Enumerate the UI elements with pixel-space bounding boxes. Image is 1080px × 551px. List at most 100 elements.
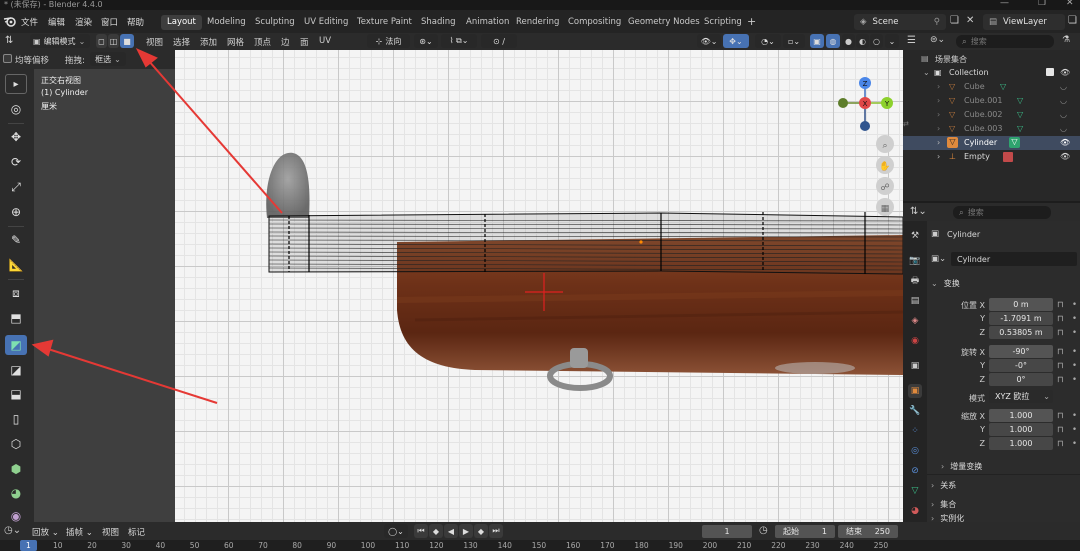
vertex-select-button[interactable]: ◻ <box>96 34 107 48</box>
tab-modeling[interactable]: Modeling <box>201 15 252 30</box>
eye-closed-icon[interactable]: ◡ <box>1060 124 1067 133</box>
chevron-down-icon[interactable]: ⌄ <box>923 68 930 77</box>
object-browse-icon[interactable]: ▣⌄ <box>931 254 946 264</box>
material-tab-icon[interactable]: ◕ <box>908 504 922 518</box>
tool-tab-icon[interactable]: ⚒ <box>908 229 922 243</box>
marker-menu[interactable]: 标记 <box>128 526 145 538</box>
collection-row[interactable]: ⌄ ▣ Collection 👁 <box>903 66 1080 80</box>
scale-y-field[interactable]: 1.000 <box>989 423 1053 436</box>
keyframe-dot-icon[interactable]: • <box>1072 361 1077 371</box>
editor-type-icon[interactable]: ⇅ <box>5 35 13 46</box>
lock-icon[interactable]: ⊓ <box>1057 425 1064 435</box>
location-x-field[interactable]: 0 m <box>989 298 1053 311</box>
object-tab-icon[interactable]: ▣ <box>908 384 922 398</box>
inset-faces-tool[interactable]: ◩ <box>5 335 27 355</box>
chevron-right-icon[interactable]: › <box>937 152 940 161</box>
view-layer-tab-icon[interactable]: ▤ <box>908 294 922 308</box>
new-scene-icon[interactable]: ❏ <box>950 15 959 26</box>
xray-toggle[interactable]: ▣ <box>810 34 824 48</box>
eye-icon[interactable]: 👁 <box>1060 68 1070 77</box>
outliner-search-input[interactable] <box>970 37 1041 46</box>
lock-icon[interactable]: ⊓ <box>1057 439 1064 449</box>
cursor-tool[interactable]: ◎ <box>5 99 27 119</box>
autokey-toggle[interactable]: ◯⌄ <box>384 524 408 538</box>
properties-search-input[interactable] <box>967 208 1038 217</box>
mesh-overlays-toggle[interactable]: ▫⌄ <box>783 34 805 48</box>
move-tool[interactable]: ✥ <box>5 127 27 147</box>
blender-logo-icon[interactable] <box>3 15 17 27</box>
sync-icon[interactable]: ⇄ <box>903 120 911 128</box>
eye-icon[interactable]: 👁 <box>1060 152 1070 161</box>
scale-tool[interactable]: ⤢ <box>5 177 27 197</box>
menu-edit[interactable]: 编辑 <box>48 16 65 28</box>
even-offset-checkbox[interactable] <box>3 54 12 63</box>
add-cube-tool[interactable]: ⧈ <box>5 283 27 303</box>
edge-select-button[interactable]: ◫ <box>108 34 119 48</box>
rotation-x-field[interactable]: -90° <box>989 345 1053 358</box>
close-icon[interactable]: ✕ <box>1066 0 1074 8</box>
face-select-button[interactable]: ■ <box>120 34 134 48</box>
relations-section[interactable]: › 关系 <box>931 477 1078 493</box>
current-frame-field[interactable]: 1 <box>702 525 752 538</box>
eye-closed-icon[interactable]: ◡ <box>1060 110 1067 119</box>
gizmo-neg-y-axis[interactable] <box>838 98 848 108</box>
rotate-tool[interactable]: ⟳ <box>5 152 27 172</box>
eye-closed-icon[interactable]: ◡ <box>1060 82 1067 91</box>
scene-tab-icon[interactable]: ◈ <box>908 314 922 328</box>
drag-dropdown[interactable]: 框选 ⌄ <box>90 52 126 66</box>
lock-icon[interactable]: ⊓ <box>1057 411 1064 421</box>
outliner-item-empty[interactable]: › ⊥ Empty 👁 <box>903 150 1080 164</box>
shading-options-dropdown[interactable]: ⌄ <box>885 34 899 48</box>
tab-rendering[interactable]: Rendering <box>510 15 565 30</box>
menu-window[interactable]: 窗口 <box>101 16 118 28</box>
menu-mesh[interactable]: 网格 <box>227 36 244 48</box>
3d-viewport[interactable]: Z X Y ⌕ ✋ ☍ ▦ <box>175 50 903 522</box>
keyframe-dot-icon[interactable]: • <box>1072 328 1077 338</box>
new-view-layer-icon[interactable]: ❏ <box>1068 15 1077 26</box>
menu-add[interactable]: 添加 <box>200 36 217 48</box>
tab-sculpting[interactable]: Sculpting <box>249 15 301 30</box>
timeline-view-menu[interactable]: 视图 <box>102 526 119 538</box>
menu-view[interactable]: 视图 <box>146 36 163 48</box>
object-name-field[interactable]: Cylinder <box>951 252 1077 266</box>
prev-keyframe-button[interactable]: ◆ <box>429 524 443 538</box>
tab-geometry-nodes[interactable]: Geometry Nodes <box>622 15 706 30</box>
orientation-dropdown[interactable]: ⊹ 法向 <box>367 34 410 48</box>
modifier-tab-icon[interactable]: 🔧 <box>908 404 922 418</box>
keyframe-dot-icon[interactable]: • <box>1072 411 1077 421</box>
play-button[interactable]: ▶ <box>459 524 473 538</box>
scale-x-field[interactable]: 1.000 <box>989 409 1053 422</box>
rotation-y-field[interactable]: -0° <box>989 359 1053 372</box>
instancing-row[interactable]: › 实例化 <box>931 513 1078 522</box>
particles-tab-icon[interactable]: ⁘ <box>908 424 922 438</box>
jump-end-button[interactable]: ⏭ <box>489 524 503 538</box>
outliner-item-cube-001[interactable]: › ▽ Cube.001 ▽ ◡ <box>903 94 1080 108</box>
chevron-right-icon[interactable]: › <box>937 110 940 119</box>
bevel-tool[interactable]: ◪ <box>5 360 27 380</box>
collection-checkbox[interactable] <box>1046 68 1054 76</box>
overlays-toggle[interactable]: ◔⌄ <box>755 34 781 48</box>
smooth-tool[interactable]: ◕ <box>5 483 27 503</box>
minimize-icon[interactable]: — <box>1000 0 1009 8</box>
outliner-item-cube[interactable]: › ▽ Cube ▽ ◡ <box>903 80 1080 94</box>
end-frame-field[interactable]: 结束 250 <box>838 525 898 538</box>
render-tab-icon[interactable]: 📷 <box>908 254 922 268</box>
chevron-right-icon[interactable]: › <box>937 96 940 105</box>
solid-shading-button[interactable]: ● <box>842 34 855 48</box>
mode-dropdown[interactable]: ▣ 编辑模式 ⌄ <box>30 34 90 48</box>
add-workspace-button[interactable]: + <box>741 13 762 28</box>
keyframe-dot-icon[interactable]: • <box>1072 425 1077 435</box>
menu-file[interactable]: 文件 <box>21 16 38 28</box>
location-z-field[interactable]: 0.53805 m <box>989 326 1053 339</box>
data-tab-icon[interactable]: ▽ <box>908 484 922 498</box>
transform-tool[interactable]: ⊕ <box>5 202 27 222</box>
outliner-item-cube-003[interactable]: › ▽ Cube.003 ▽ ◡ <box>903 122 1080 136</box>
timeline-ruler[interactable]: 1 10 20 30 40 50 60 70 80 90 100 110 120 130 140 150 160… <box>0 540 1080 551</box>
menu-vertex[interactable]: 顶点 <box>254 36 271 48</box>
scale-z-field[interactable]: 1.000 <box>989 437 1053 450</box>
output-tab-icon[interactable]: 🖶 <box>908 274 922 288</box>
scene-selector[interactable]: ◈ Scene ⚲ <box>854 14 946 30</box>
outliner-item-cylinder[interactable]: › ▽ Cylinder ▽ 👁 <box>903 136 1080 150</box>
menu-face[interactable]: 面 <box>300 36 309 48</box>
rotation-z-field[interactable]: 0° <box>989 373 1053 386</box>
